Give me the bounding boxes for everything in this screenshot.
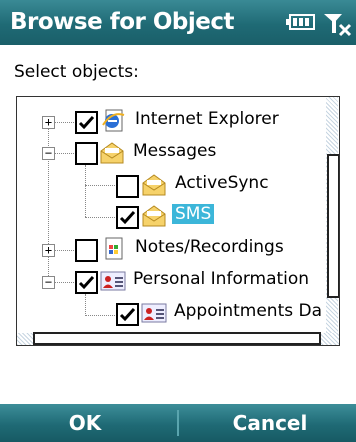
horizontal-scroll-thumb[interactable] bbox=[33, 332, 321, 345]
envelope-icon bbox=[142, 205, 166, 227]
tree-item-label: Personal Information bbox=[133, 269, 310, 289]
softkey-divider bbox=[177, 410, 179, 436]
expand-button[interactable]: + bbox=[42, 244, 55, 257]
checkbox-appointments[interactable] bbox=[116, 303, 139, 326]
tree-connector bbox=[54, 282, 76, 283]
internet-explorer-icon bbox=[102, 109, 125, 132]
checkbox-activesync[interactable] bbox=[116, 175, 139, 198]
checkbox-messages[interactable] bbox=[75, 142, 98, 165]
tree-connector bbox=[54, 122, 76, 123]
tree-connector bbox=[85, 315, 115, 316]
tree-connector bbox=[54, 153, 76, 154]
checkbox-notes-recordings[interactable] bbox=[75, 239, 98, 262]
title-bar: Browse for Object bbox=[0, 0, 356, 45]
contact-card-icon bbox=[100, 271, 126, 291]
tree-connector bbox=[85, 185, 115, 186]
envelope-icon bbox=[100, 142, 124, 164]
expand-button[interactable]: + bbox=[42, 116, 55, 129]
tree-connector bbox=[54, 250, 76, 251]
vertical-scroll-thumb[interactable] bbox=[327, 154, 339, 298]
tree-connector bbox=[85, 217, 115, 218]
ok-button[interactable]: OK bbox=[30, 404, 140, 442]
softkey-bar: OK Cancel bbox=[0, 404, 356, 442]
notes-icon bbox=[105, 237, 123, 260]
envelope-icon bbox=[142, 174, 166, 196]
object-tree[interactable]: + Internet Explorer − Messages ActiveSyn… bbox=[16, 96, 340, 346]
tree-item-label: Internet Explorer bbox=[135, 109, 279, 129]
contact-card-icon bbox=[141, 303, 167, 323]
tree-item-label: Messages bbox=[133, 141, 217, 161]
battery-icon bbox=[286, 14, 315, 30]
checkbox-internet-explorer[interactable] bbox=[75, 111, 98, 134]
tree-item-label: Notes/Recordings bbox=[135, 237, 284, 257]
tree-connector bbox=[85, 165, 86, 217]
checkbox-sms[interactable] bbox=[116, 206, 139, 229]
no-signal-icon bbox=[324, 14, 352, 37]
checkbox-personal-information[interactable] bbox=[75, 271, 98, 294]
tree-item-label: Appointments Da bbox=[174, 301, 323, 321]
window-title: Browse for Object bbox=[10, 9, 235, 35]
select-objects-label: Select objects: bbox=[14, 62, 139, 82]
tree-connector bbox=[85, 294, 86, 316]
collapse-button[interactable]: − bbox=[42, 147, 55, 160]
tree-item-label-selected: SMS bbox=[172, 204, 215, 224]
cancel-button[interactable]: Cancel bbox=[210, 404, 330, 442]
collapse-button[interactable]: − bbox=[42, 276, 55, 289]
tree-item-label: ActiveSync bbox=[175, 173, 269, 193]
